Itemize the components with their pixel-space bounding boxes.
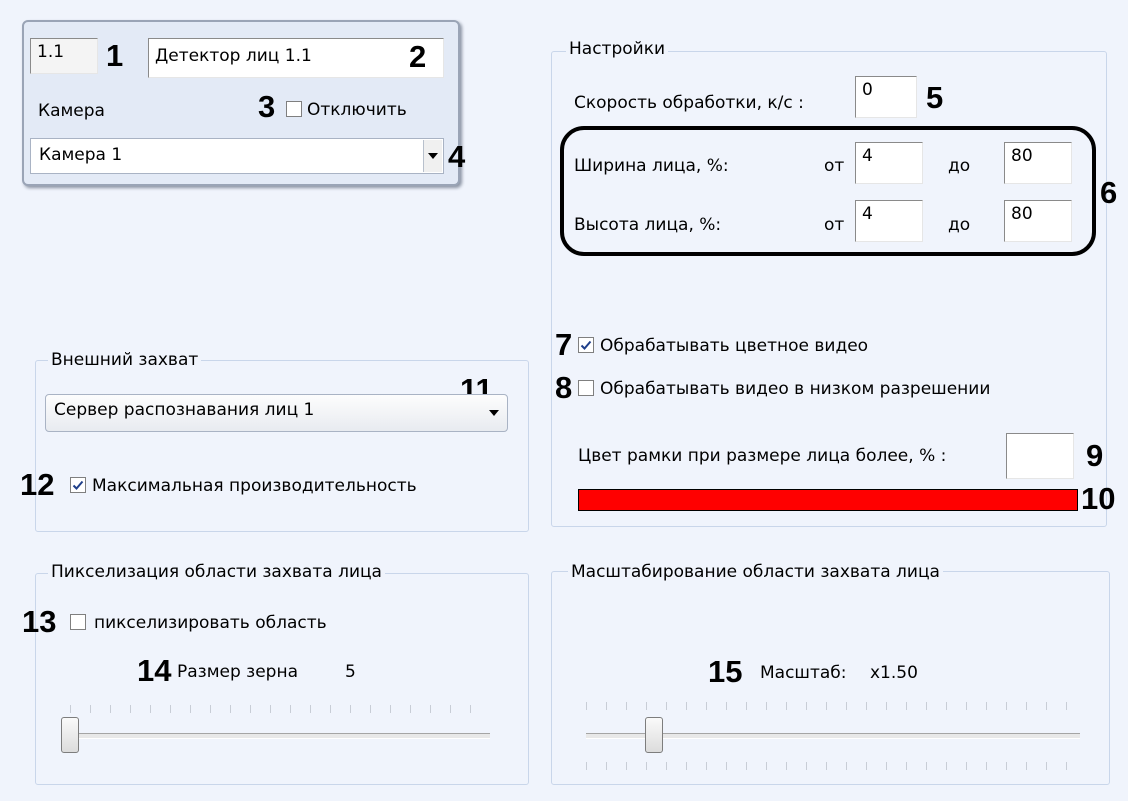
marker-12: 12 — [20, 467, 55, 502]
scale-slider-ticks-top — [586, 702, 1080, 710]
scale-slider-thumb[interactable] — [645, 717, 663, 753]
low-res-checkbox[interactable] — [578, 380, 594, 396]
disable-label[interactable]: Отключить — [307, 99, 407, 121]
face-height-label: Высота лица, %: — [574, 215, 722, 235]
server-select-value: Сервер распознавания лиц 1 — [54, 400, 315, 420]
frame-color-input[interactable] — [1006, 433, 1074, 479]
marker-4: 4 — [448, 139, 466, 174]
low-res-label[interactable]: Обрабатывать видео в низком разрешении — [600, 378, 990, 400]
width-from-input[interactable]: 4 — [855, 142, 923, 184]
height-to-input[interactable]: 80 — [1004, 200, 1072, 242]
server-select[interactable]: Сервер распознавания лиц 1 — [45, 394, 508, 432]
height-to-label: до — [948, 215, 971, 235]
marker-10: 10 — [1081, 481, 1116, 516]
max-performance-checkbox[interactable] — [70, 477, 86, 493]
marker-15: 15 — [708, 654, 743, 689]
speed-label: Скорость обработки, к/с : — [574, 93, 804, 113]
camera-select-arrow[interactable] — [423, 140, 442, 172]
pixelize-checkbox[interactable] — [70, 614, 86, 630]
grain-slider-ticks — [70, 705, 490, 713]
grain-label: Размер зерна — [177, 662, 299, 682]
marker-5: 5 — [926, 80, 944, 115]
detector-id-field[interactable]: 1.1 — [30, 38, 98, 74]
chevron-down-icon — [489, 410, 499, 416]
external-capture-title: Внешний захват — [48, 349, 202, 371]
color-video-label[interactable]: Обрабатывать цветное видео — [600, 335, 868, 357]
width-to-input[interactable]: 80 — [1004, 142, 1072, 184]
pixelization-title: Пикселизация области захвата лица — [48, 561, 385, 583]
checkmark-icon — [580, 340, 592, 350]
scale-value: x1.50 — [870, 663, 918, 683]
detector-name-field[interactable]: Детектор лиц 1.1 — [148, 38, 444, 78]
camera-select[interactable]: Камера 1 — [30, 138, 444, 174]
height-from-label: от — [824, 215, 845, 235]
scale-label: Масштаб: — [760, 663, 847, 683]
marker-1: 1 — [106, 38, 124, 73]
grain-slider-track — [70, 733, 490, 739]
marker-3: 3 — [258, 89, 276, 124]
external-capture-group — [35, 360, 529, 532]
chevron-down-icon — [428, 153, 438, 159]
marker-9: 9 — [1086, 438, 1104, 473]
marker-6: 6 — [1100, 175, 1118, 210]
marker-14: 14 — [137, 653, 172, 688]
settings-title: Настройки — [566, 38, 669, 60]
marker-2: 2 — [409, 39, 427, 74]
speed-input[interactable]: 0 — [855, 76, 917, 118]
disable-checkbox[interactable] — [286, 101, 302, 117]
camera-select-value: Камера 1 — [39, 145, 123, 165]
width-to-label: до — [948, 156, 971, 176]
width-from-label: от — [824, 156, 845, 176]
frame-color-label: Цвет рамки при размере лица более, % : — [578, 446, 947, 466]
frame-color-swatch[interactable] — [578, 489, 1078, 511]
pixelize-label[interactable]: пикселизировать область — [94, 612, 327, 634]
grain-value: 5 — [345, 662, 356, 682]
color-video-checkbox[interactable] — [578, 337, 594, 353]
marker-13: 13 — [22, 604, 57, 639]
camera-label: Камера — [38, 101, 105, 121]
scaling-title: Масштабирование области захвата лица — [568, 561, 943, 583]
grain-slider-thumb[interactable] — [61, 717, 79, 753]
server-select-arrow[interactable] — [489, 410, 499, 416]
height-from-input[interactable]: 4 — [855, 200, 923, 242]
scale-slider-ticks-bottom — [586, 762, 1080, 770]
face-width-label: Ширина лица, %: — [574, 156, 729, 176]
marker-7: 7 — [555, 327, 573, 362]
max-performance-label[interactable]: Максимальная производительность — [92, 475, 417, 497]
checkmark-icon — [72, 480, 84, 490]
marker-8: 8 — [555, 370, 573, 405]
